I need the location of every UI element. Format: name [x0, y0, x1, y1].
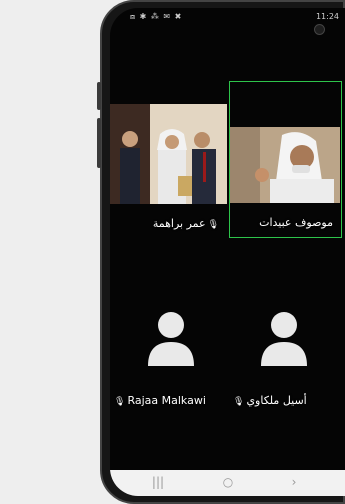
- participant-name: Rajaa Malkawi: [127, 394, 206, 407]
- back-icon[interactable]: ›: [284, 475, 304, 489]
- video-tile-1[interactable]: عمر براهمة 🎙: [110, 104, 227, 236]
- mic-muted-icon: 🎙: [114, 397, 126, 407]
- participant-video: [230, 127, 340, 203]
- status-time: 11:24: [315, 12, 339, 21]
- home-icon[interactable]: ○: [218, 475, 238, 489]
- recent-apps-icon[interactable]: |||: [148, 475, 168, 489]
- participant-name: أسيل ملكاوي: [246, 394, 307, 407]
- mic-muted-icon: 🎙: [207, 220, 219, 230]
- mic-muted-icon: 🎙: [233, 397, 245, 407]
- participant-name-row: 🎙 أسيل ملكاوي: [231, 394, 307, 407]
- participant-name-row: عمر براهمة 🎙: [153, 217, 221, 230]
- volume-button: [97, 82, 101, 110]
- status-icons: ⧈ ✱ ⁂ ✉ ✖: [130, 12, 183, 21]
- participant-name: موصوف عبيدات: [259, 216, 333, 229]
- participant-name-row: موصوف عبيدات: [259, 216, 333, 229]
- video-tile-4[interactable]: 🎙 أسيل ملكاوي: [229, 298, 342, 413]
- bixby-button: [97, 118, 101, 168]
- video-tile-2[interactable]: موصوف عبيدات: [229, 81, 342, 238]
- participant-name: عمر براهمة: [152, 217, 206, 230]
- avatar-placeholder-icon: [261, 312, 307, 366]
- participant-name-row: 🎙 Rajaa Malkawi: [112, 394, 206, 407]
- front-camera: [314, 24, 325, 35]
- participant-photo: [110, 104, 227, 204]
- android-nav-bar: ||| ○ ›: [110, 470, 345, 496]
- avatar-placeholder-icon: [148, 312, 194, 366]
- video-tile-3[interactable]: 🎙 Rajaa Malkawi: [110, 298, 227, 413]
- status-bar: ⧈ ✱ ⁂ ✉ ✖ 11:24: [110, 8, 345, 26]
- phone-screen: ⧈ ✱ ⁂ ✉ ✖ 11:24 عمر براهمة 🎙 موصوف عبيدا…: [110, 8, 345, 496]
